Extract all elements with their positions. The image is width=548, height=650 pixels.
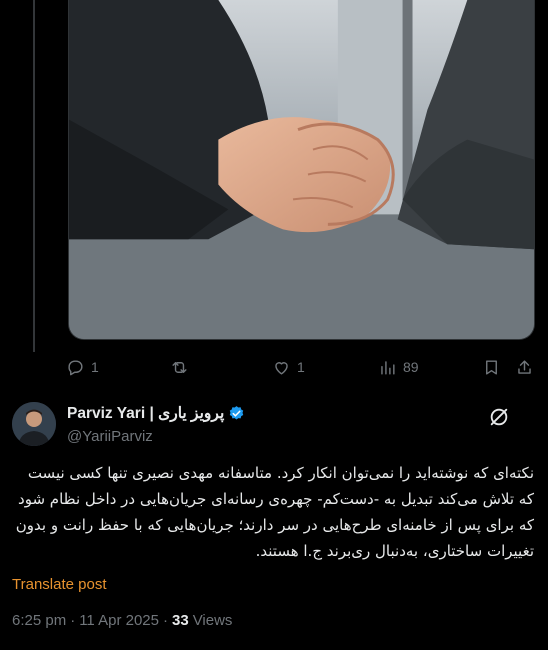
post-action-bar: 1 1 89 [64,352,538,382]
reply-button[interactable]: 1 [66,352,99,382]
views-button[interactable]: 89 [378,352,419,382]
bookmark-icon [486,359,497,375]
post-media-image[interactable] [68,0,535,340]
post-time[interactable]: 6:25 pm [12,612,66,629]
author-names: Parviz Yari | پرویز یاری @YariiParviz [67,404,245,445]
post-meta: 6:25 pm · 11 Apr 2025 · 33 Views [12,612,232,629]
meta-separator: · [163,612,168,629]
repost-button[interactable] [170,352,189,382]
like-icon [275,361,288,375]
reply-icon [68,359,83,375]
author-header: Parviz Yari | پرویز یاری @YariiParviz [12,400,538,450]
like-count: 1 [297,359,305,375]
share-button[interactable] [515,352,534,382]
author-handle[interactable]: @YariiParviz [67,428,245,445]
verified-badge-icon [230,406,244,420]
tweet-text: نکته‌ای که نوشته‌اید را نمی‌توان انکار ک… [15,464,534,560]
views-count: 89 [403,359,419,375]
meta-separator: · [70,612,76,629]
handshake-photo [69,0,534,339]
avatar[interactable] [12,402,56,446]
views-icon [381,360,395,375]
translate-post-link[interactable]: Translate post [12,576,107,593]
bookmark-button[interactable] [482,352,501,382]
grok-icon [490,408,508,426]
like-button[interactable]: 1 [272,352,305,382]
post-views-count: 33 [172,612,189,629]
author-display-name[interactable]: Parviz Yari | پرویز یاری [67,404,224,423]
post-date[interactable]: 11 Apr 2025 [79,612,159,629]
repost-icon [172,361,187,373]
share-icon [518,359,531,374]
grok-button[interactable] [488,406,510,428]
thread-line [33,0,35,352]
reply-count: 1 [91,359,99,375]
post-views-label: Views [192,612,233,629]
